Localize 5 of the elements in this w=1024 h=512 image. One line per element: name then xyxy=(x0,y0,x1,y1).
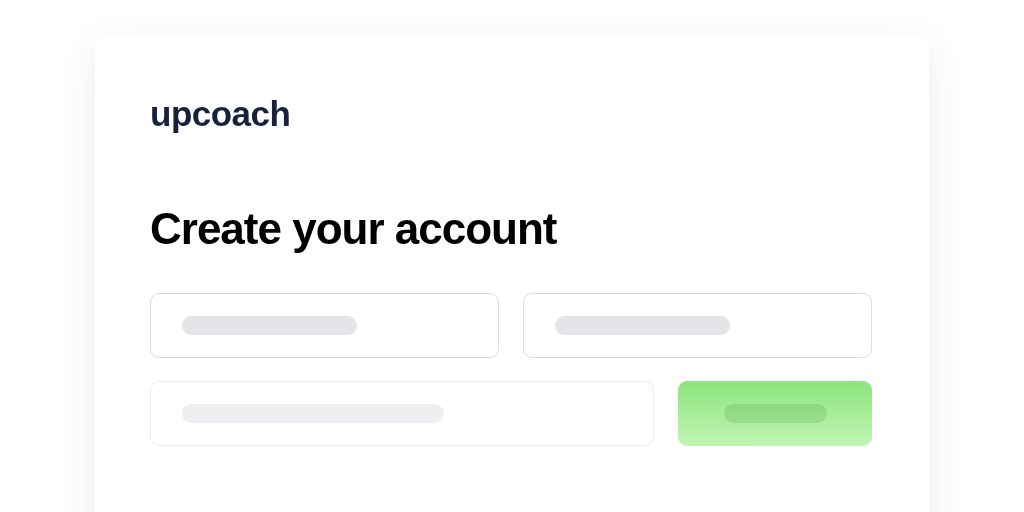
input-field[interactable] xyxy=(150,293,499,358)
submit-button[interactable] xyxy=(678,381,872,446)
page-heading: Create your account xyxy=(150,204,557,254)
input-field[interactable] xyxy=(523,293,872,358)
logo: upcoach xyxy=(150,94,291,134)
